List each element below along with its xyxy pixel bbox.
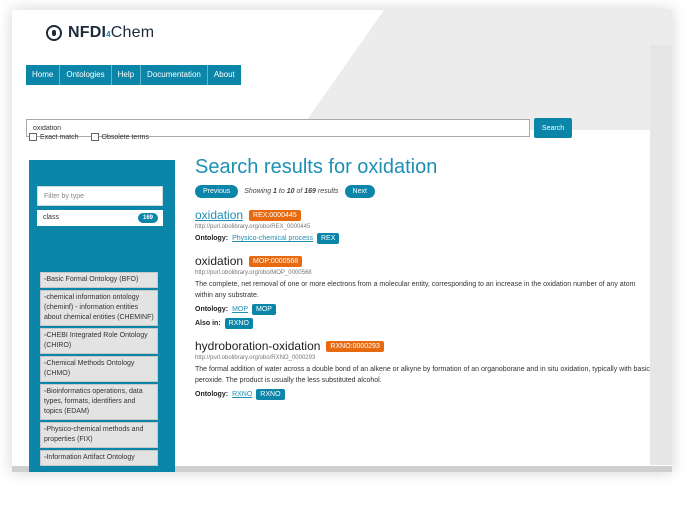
filter-type-input[interactable]: Filter by type xyxy=(37,186,163,206)
result-ontology-row: Ontology: RXNO RXNO xyxy=(195,389,665,400)
also-in-tag[interactable]: RXNO xyxy=(224,318,253,329)
ontology-facet-label: Physico-chemical methods and properties … xyxy=(44,426,144,443)
nav-home[interactable]: Home xyxy=(26,65,61,85)
result-id-badge[interactable]: REX:0000445 xyxy=(249,209,301,221)
result-uri: http://purl.obolibrary.org/obo/RXNO_0000… xyxy=(195,355,316,361)
results-count: Showing 1 to 10 of 169 results xyxy=(244,188,338,195)
ontology-link[interactable]: RXNO xyxy=(232,391,252,398)
exact-match-label: Exact match xyxy=(40,133,79,141)
result-description: The complete, net removal of one or more… xyxy=(195,281,636,299)
search-button[interactable]: Search xyxy=(534,118,572,138)
ontology-facet-iao[interactable]: ▫Information Artifact Ontology xyxy=(40,450,158,466)
ontology-tag[interactable]: MOP xyxy=(252,304,276,315)
ontology-tag[interactable]: RXNO xyxy=(256,389,285,400)
showing-prefix: Showing xyxy=(244,188,272,195)
search-results: Search results for oxidation Previous Sh… xyxy=(195,156,665,400)
nfdi-chem-logo[interactable]: NFDI4Chem xyxy=(46,24,154,42)
next-button[interactable]: Next xyxy=(344,185,375,198)
result-item: oxidation REX:0000445 http://purl.obolib… xyxy=(195,208,665,244)
page-title: Search results for oxidation xyxy=(195,156,438,178)
ontology-facet-list: ▫Basic Formal Ontology (BFO) ▫chemical i… xyxy=(40,272,158,468)
ontology-facet-label: Information Artifact Ontology xyxy=(46,454,135,461)
also-in-label: Also in: xyxy=(195,320,221,327)
ontology-link[interactable]: MOP xyxy=(232,306,248,313)
obsolete-terms-label: Obsolete terms xyxy=(101,133,149,141)
ontology-facet-label: Chemical Methods Ontology (CHMO) xyxy=(44,360,135,377)
previous-button[interactable]: Previous xyxy=(195,185,239,198)
ontology-facet-label: Basic Formal Ontology (BFO) xyxy=(46,276,139,283)
ontology-facet-edam[interactable]: ▫Bioinformatics operations, data types, … xyxy=(40,384,158,420)
result-uri: http://purl.obolibrary.org/obo/MOP_00005… xyxy=(195,270,312,276)
showing-to: 10 xyxy=(286,188,295,195)
result-description: The formal addition of water across a do… xyxy=(195,366,650,384)
type-facet-class[interactable]: class 169 xyxy=(37,210,163,226)
ontology-label: Ontology: xyxy=(195,306,229,313)
result-title-link[interactable]: oxidation xyxy=(195,208,243,222)
exact-match-checkbox[interactable] xyxy=(29,133,37,141)
exact-match-option[interactable]: Exact match xyxy=(29,133,79,141)
type-facet-label: class xyxy=(43,214,59,221)
type-count-badge: 169 xyxy=(137,213,158,223)
ontology-facet-chiro[interactable]: ▫CHEBI Integrated Role Ontology (CHIRO) xyxy=(40,328,158,354)
search-options: Exact match Obsolete terms xyxy=(29,133,149,141)
ontology-label: Ontology: xyxy=(195,235,229,242)
ontology-label: Ontology: xyxy=(195,391,229,398)
nfdi-logo-icon xyxy=(46,25,62,41)
result-item: hydroboration-oxidation RXNO:0000293 htt… xyxy=(195,339,665,400)
logo-brand: NFDI xyxy=(68,24,107,41)
result-ontology-row: Ontology: Physico-chemical process REX xyxy=(195,233,665,244)
browser-page: NFDI4Chem Home Ontologies Help Documenta… xyxy=(12,10,672,472)
logo-text: NFDI4Chem xyxy=(68,24,154,42)
facet-sidebar: Filter by type class 169 ▫Basic Formal O… xyxy=(29,160,175,472)
logo-suffix: Chem xyxy=(110,24,155,41)
ontology-link[interactable]: Physico-chemical process xyxy=(232,235,313,242)
main-nav: Home Ontologies Help Documentation About xyxy=(26,65,241,85)
ontology-facet-fix[interactable]: ▫Physico-chemical methods and properties… xyxy=(40,422,158,448)
result-title-link[interactable]: hydroboration-oxidation xyxy=(195,339,320,353)
ontology-facet-label: CHEBI Integrated Role Ontology (CHIRO) xyxy=(44,332,148,349)
showing-from: 1 xyxy=(273,188,277,195)
ontology-facet-label: chemical information ontology (cheminf) … xyxy=(44,294,154,321)
result-uri: http://purl.obolibrary.org/obo/REX_00004… xyxy=(195,224,311,230)
ontology-facet-bfo[interactable]: ▫Basic Formal Ontology (BFO) xyxy=(40,272,158,288)
result-id-badge[interactable]: MOP:0000568 xyxy=(249,255,303,267)
nav-documentation[interactable]: Documentation xyxy=(141,65,208,85)
result-ontology-row: Ontology: MOP MOP xyxy=(195,304,665,315)
obsolete-terms-option[interactable]: Obsolete terms xyxy=(90,133,149,141)
page-corner-shade xyxy=(299,10,672,130)
ontology-facet-label: Bioinformatics operations, data types, f… xyxy=(44,388,143,415)
ontology-facet-chmo[interactable]: ▫Chemical Methods Ontology (CHMO) xyxy=(40,356,158,382)
result-item: oxidation MOP:0000568 http://purl.obolib… xyxy=(195,254,665,329)
nav-help[interactable]: Help xyxy=(112,65,142,85)
nav-about[interactable]: About xyxy=(208,65,241,85)
ontology-facet-cheminf[interactable]: ▫chemical information ontology (cheminf)… xyxy=(40,290,158,326)
result-id-badge[interactable]: RXNO:0000293 xyxy=(326,340,384,352)
result-title-link[interactable]: oxidation xyxy=(195,254,243,268)
result-also-in-row: Also in: RXNO xyxy=(195,318,665,329)
obsolete-terms-checkbox[interactable] xyxy=(90,133,99,141)
pagination: Previous Showing 1 to 10 of 169 results … xyxy=(195,185,665,198)
showing-suffix: results xyxy=(317,188,339,195)
showing-to-word: to xyxy=(278,188,285,195)
nav-ontologies[interactable]: Ontologies xyxy=(60,65,112,85)
showing-total: 169 xyxy=(304,188,316,195)
showing-of-word: of xyxy=(296,188,303,195)
ontology-tag[interactable]: REX xyxy=(316,233,340,244)
